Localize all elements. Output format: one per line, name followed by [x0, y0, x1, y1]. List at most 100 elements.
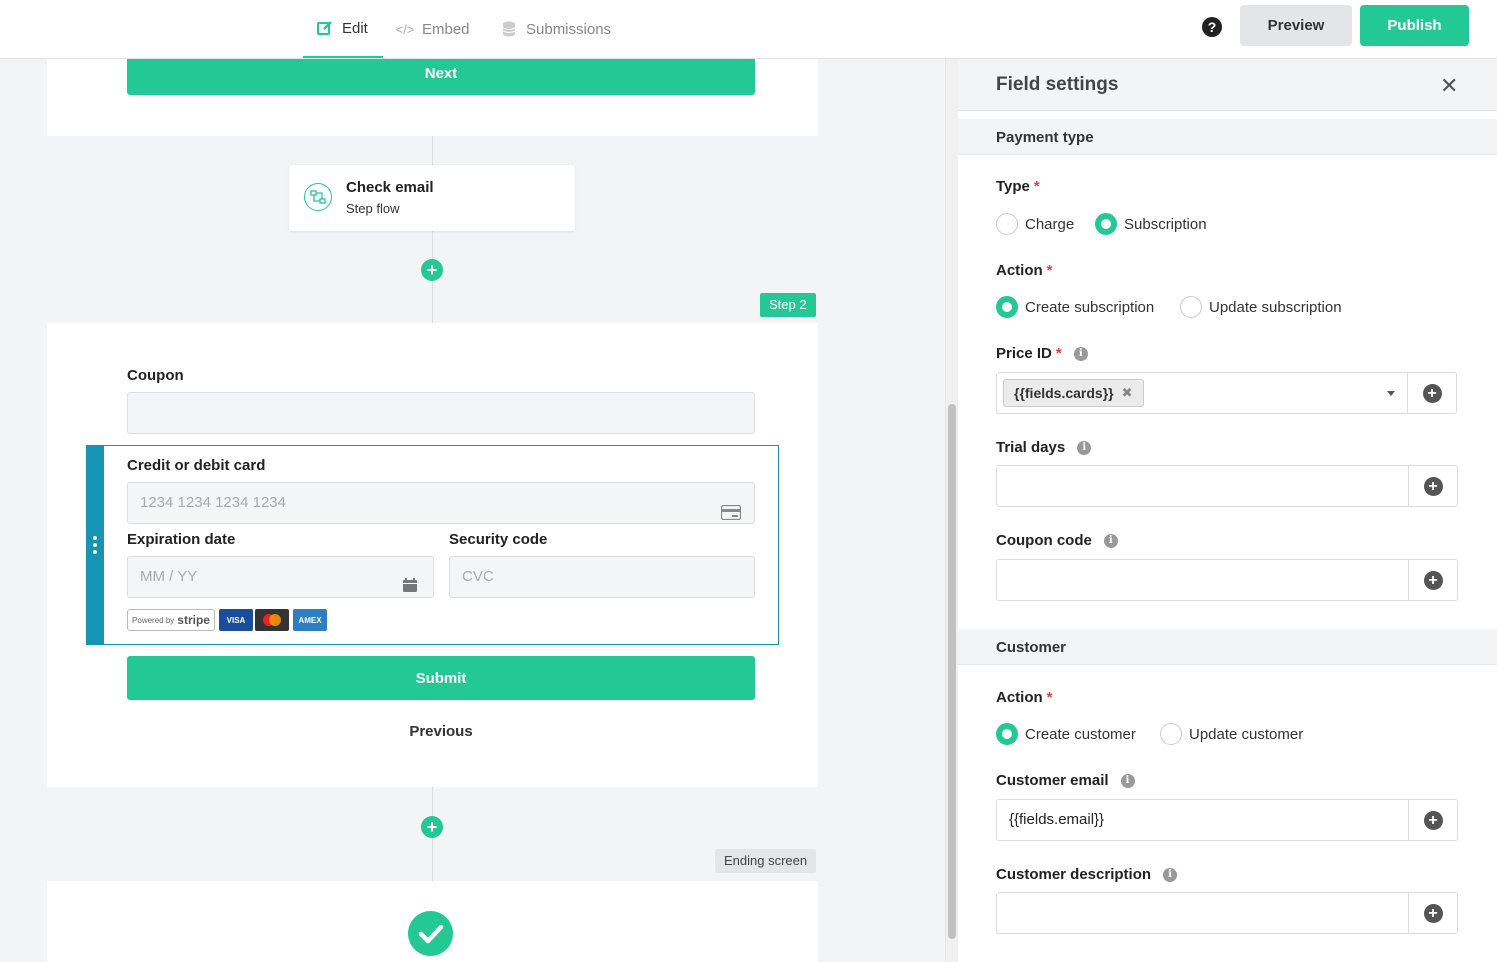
type-subscription-radio[interactable]: Subscription	[1095, 213, 1207, 235]
plus-icon: +	[1423, 476, 1443, 496]
close-icon[interactable]: ✕	[1440, 73, 1458, 99]
step-flow-subtitle: Step flow	[346, 201, 400, 216]
radio-label: Update customer	[1189, 725, 1304, 743]
mastercard-icon	[255, 609, 289, 631]
step-2-badge: Step 2	[760, 293, 816, 317]
radio-circle-selected	[996, 723, 1018, 745]
plus-icon: +	[1423, 810, 1443, 830]
plus-icon: +	[1423, 903, 1443, 923]
customer-email-add-button[interactable]: +	[1409, 799, 1458, 841]
type-charge-radio[interactable]: Charge	[996, 213, 1074, 235]
card-number-placeholder: 1234 1234 1234 1234	[140, 494, 286, 511]
field-settings-panel: Field settings ✕ Payment type Type * Char…	[958, 59, 1497, 962]
chevron-down-icon[interactable]	[1387, 391, 1395, 396]
preview-button[interactable]: Preview	[1240, 5, 1352, 46]
publish-button[interactable]: Publish	[1360, 5, 1469, 46]
type-label-text: Type	[996, 178, 1030, 195]
coupon-label: Coupon	[127, 367, 184, 384]
previous-button[interactable]: Previous	[127, 723, 755, 740]
action-label: Action *	[996, 262, 1053, 279]
price-id-tag-label: {{fields.cards}}	[1014, 385, 1114, 401]
coupon-code-add-button[interactable]: +	[1409, 559, 1458, 601]
edit-icon	[316, 19, 334, 37]
stripe-logo: stripe	[177, 613, 210, 627]
code-icon: </>	[395, 21, 415, 37]
tab-embed[interactable]: </> Embed	[396, 0, 470, 58]
remove-tag-icon[interactable]: ✖	[1122, 380, 1133, 406]
database-icon	[500, 20, 518, 38]
security-code-label: Security code	[449, 531, 548, 548]
update-customer-radio[interactable]: Update customer	[1160, 723, 1303, 745]
trial-days-add-button[interactable]: +	[1409, 465, 1458, 507]
customer-email-input[interactable]: {{fields.email}}	[996, 799, 1409, 841]
security-code-input[interactable]: CVC	[449, 556, 755, 598]
customer-description-add-button[interactable]: +	[1409, 892, 1458, 934]
required-marker: *	[1046, 262, 1053, 279]
trial-days-label: Trial days i	[996, 439, 1092, 456]
price-id-add-button[interactable]: +	[1408, 372, 1457, 414]
type-label: Type *	[996, 178, 1040, 195]
coupon-code-label-text: Coupon code	[996, 532, 1092, 549]
top-bar: Edit </> Embed Submissions ? Preview Pub…	[0, 0, 1497, 59]
scrollbar-thumb[interactable]	[948, 404, 956, 939]
radio-label: Create subscription	[1025, 298, 1155, 316]
create-customer-radio[interactable]: Create customer	[996, 723, 1136, 745]
radio-circle-selected	[1095, 213, 1117, 235]
expiration-placeholder: MM / YY	[140, 568, 198, 585]
customer-heading: Customer	[996, 639, 1067, 656]
trial-days-input[interactable]	[996, 465, 1409, 507]
step-flow-title: Check email	[346, 179, 434, 196]
card-number-input[interactable]: 1234 1234 1234 1234	[127, 482, 755, 524]
tab-edit[interactable]: Edit	[303, 0, 383, 58]
drag-handle[interactable]	[87, 446, 104, 644]
plus-icon: +	[1423, 570, 1443, 590]
tab-embed-label: Embed	[422, 20, 470, 38]
step-flow-card[interactable]: Check email Step flow	[289, 165, 575, 231]
info-icon[interactable]: i	[1073, 346, 1088, 361]
price-id-label-text: Price ID	[996, 345, 1052, 362]
info-icon[interactable]: i	[1103, 533, 1118, 548]
flow-icon	[304, 183, 332, 211]
visa-icon: VISA	[219, 609, 253, 631]
radio-circle	[996, 213, 1018, 235]
radio-label: Create customer	[1025, 725, 1136, 743]
radio-label: Update subscription	[1209, 298, 1342, 316]
price-id-select[interactable]: {{fields.cards}} ✖	[996, 372, 1408, 414]
price-id-tag: {{fields.cards}} ✖	[1003, 379, 1144, 407]
tab-edit-label: Edit	[342, 19, 368, 37]
coupon-code-input[interactable]	[996, 559, 1409, 601]
radio-circle-selected	[996, 296, 1018, 318]
required-marker: *	[1033, 178, 1040, 195]
create-subscription-radio[interactable]: Create subscription	[996, 296, 1154, 318]
card-number-label: Credit or debit card	[127, 457, 266, 474]
add-step-icon[interactable]: +	[421, 259, 443, 281]
customer-email-label: Customer email i	[996, 772, 1135, 789]
credit-card-icon	[720, 496, 742, 536]
expiration-label: Expiration date	[127, 531, 236, 548]
coupon-input[interactable]	[127, 392, 755, 434]
help-icon[interactable]: ?	[1202, 17, 1222, 37]
panel-header: Field settings ✕	[958, 59, 1497, 111]
coupon-code-label: Coupon code i	[996, 532, 1118, 549]
customer-description-input[interactable]	[996, 892, 1409, 934]
drag-dots-icon	[93, 536, 98, 557]
customer-description-label: Customer description i	[996, 866, 1178, 883]
expiration-input[interactable]: MM / YY	[127, 556, 434, 598]
stripe-powered-text: Powered by	[132, 615, 175, 625]
submit-button[interactable]: Submit	[127, 656, 755, 700]
canvas-scrollbar[interactable]	[945, 59, 958, 962]
tab-submissions[interactable]: Submissions	[500, 0, 611, 58]
customer-description-label-text: Customer description	[996, 866, 1152, 883]
radio-label: Charge	[1025, 215, 1075, 233]
add-step-icon[interactable]: +	[421, 816, 443, 838]
next-button[interactable]: Next	[127, 59, 755, 95]
panel-title: Field settings	[996, 74, 1119, 95]
info-icon[interactable]: i	[1163, 867, 1178, 882]
update-subscription-radio[interactable]: Update subscription	[1180, 296, 1342, 318]
trial-days-label-text: Trial days	[996, 439, 1066, 456]
radio-circle	[1160, 723, 1182, 745]
calendar-icon	[402, 569, 418, 609]
info-icon[interactable]: i	[1120, 773, 1135, 788]
powered-by-stripe-badge: Powered by stripe	[127, 609, 215, 631]
info-icon[interactable]: i	[1077, 440, 1092, 455]
